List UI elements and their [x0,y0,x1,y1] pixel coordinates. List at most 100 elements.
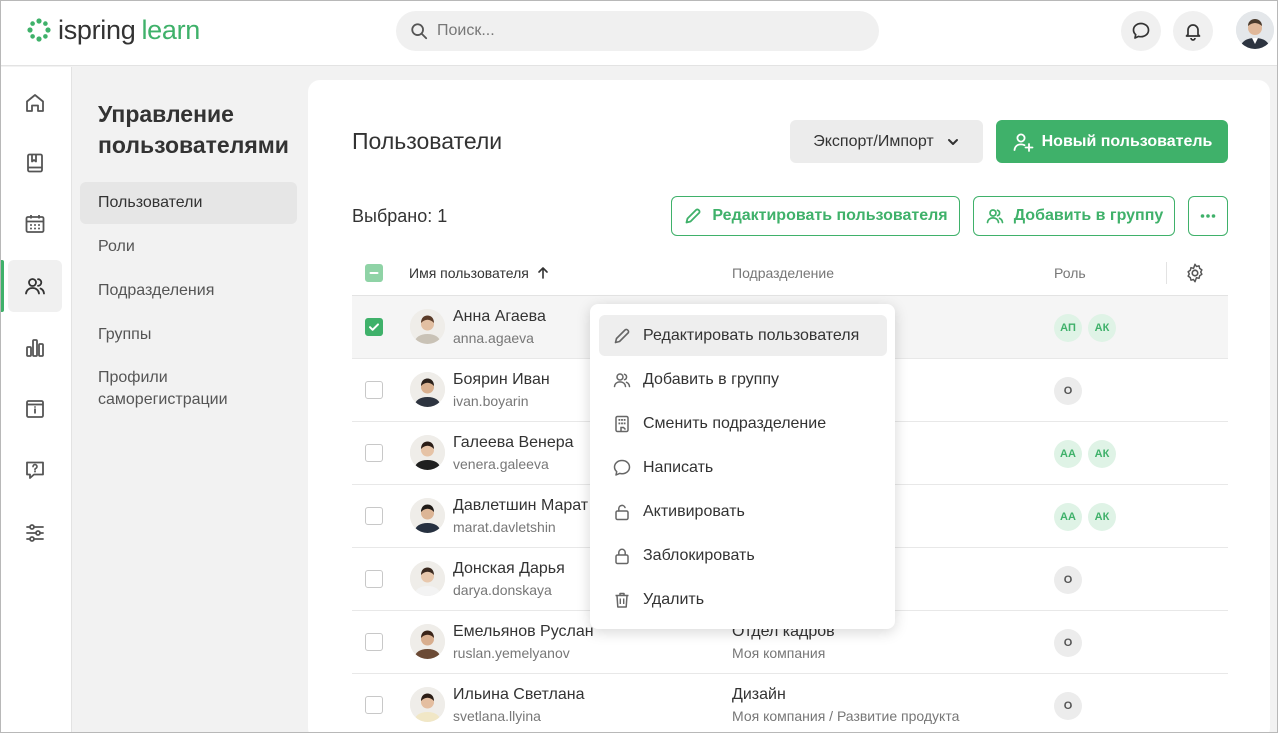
search-input[interactable] [437,22,837,40]
pencil-icon [614,328,630,343]
context-menu: Редактировать пользователя Добавить в гр… [590,304,895,629]
role-badge[interactable]: АА [1054,503,1082,531]
subnav-item-self-registration[interactable]: Профили саморегистрации [80,359,297,415]
column-header-role[interactable]: Роль [1054,265,1086,281]
user-name: Ильина Светлана [453,686,585,703]
role-badges: О [1054,566,1082,594]
role-badge[interactable]: О [1054,692,1082,720]
menu-item-block[interactable]: Заблокировать [599,535,887,576]
add-to-group-button[interactable]: Добавить в группу [973,196,1175,236]
menu-item-add-to-group[interactable]: Добавить в группу [599,359,887,400]
book-icon [27,153,43,173]
table-row[interactable]: Ильина Светлана svetlana.llyina Дизайн Моя … [352,674,1228,733]
menu-item-write-message[interactable]: Написать [599,447,887,488]
user-department: Дизайн [732,686,786,703]
column-divider [1166,262,1167,284]
role-badge[interactable]: О [1054,629,1082,657]
role-badge[interactable]: О [1054,566,1082,594]
minus-icon [369,272,379,274]
subnav-item-users[interactable]: Пользователи [80,182,297,224]
avatar-portrait-icon [1236,11,1274,49]
role-badge[interactable]: АА [1054,440,1082,468]
role-badges: АА АК [1054,440,1116,468]
selected-count: Выбрано: 1 [352,206,448,226]
role-badge[interactable]: АП [1054,314,1082,342]
rail-item-reports[interactable] [8,322,62,374]
export-import-button[interactable]: Экспорт/Импорт [790,120,983,163]
top-header: ispring learn [0,0,1278,66]
user-login: anna.agaeva [453,330,534,346]
column-header-name[interactable]: Имя пользователя [409,265,550,281]
role-badge[interactable]: АК [1088,314,1116,342]
menu-item-activate[interactable]: Активировать [599,491,887,532]
user-name: Боярин Иван [453,371,550,388]
avatar-portrait-icon [410,561,445,596]
left-rail [0,67,72,733]
sliders-icon [26,524,44,542]
chat-icon [1132,22,1150,39]
search-icon [411,23,428,40]
avatar-portrait-icon [410,687,445,722]
user-name: Галеева Венера [453,434,574,451]
users-icon [25,278,45,295]
row-checkbox[interactable] [365,633,383,651]
row-checkbox[interactable] [365,381,383,399]
bell-icon [1185,24,1201,41]
user-login: darya.donskaya [453,582,552,598]
gear-icon[interactable] [1184,262,1206,284]
avatar [410,309,445,344]
logo-secondary: learn [141,15,200,45]
select-all-checkbox[interactable] [365,264,383,282]
column-header-department[interactable]: Подразделение [732,265,834,281]
role-badges: О [1054,629,1082,657]
avatar-portrait-icon [410,435,445,470]
role-badge[interactable]: АК [1088,503,1116,531]
subnav-item-departments[interactable]: Подразделения [80,270,297,312]
row-checkbox[interactable] [365,570,383,588]
role-badge[interactable]: О [1054,377,1082,405]
menu-item-label: Удалить [643,590,705,608]
export-import-label: Экспорт/Импорт [813,132,934,150]
more-actions-button[interactable] [1188,196,1228,236]
search-box[interactable] [396,11,879,51]
menu-item-label: Написать [643,458,714,476]
row-checkbox[interactable] [365,696,383,714]
avatar-portrait-icon [410,372,445,407]
edit-user-button[interactable]: Редактировать пользователя [671,196,960,236]
messages-button[interactable] [1121,11,1161,51]
pencil-icon [685,208,701,224]
avatar-portrait-icon [410,309,445,344]
building-icon [615,415,629,432]
rail-item-info[interactable] [8,383,62,435]
row-checkbox[interactable] [365,318,383,336]
logo-primary: ispring [58,15,136,45]
edit-user-label: Редактировать пользователя [712,207,948,224]
role-badges: АА АК [1054,503,1116,531]
add-to-group-label: Добавить в группу [1013,207,1164,224]
rail-item-home[interactable] [8,77,62,129]
rail-item-users[interactable] [8,260,62,312]
info-icon [26,400,44,418]
subnav-item-groups[interactable]: Группы [80,314,297,356]
menu-item-change-department[interactable]: Сменить подразделение [599,403,887,444]
new-user-button[interactable]: Новый пользователь [996,120,1228,163]
row-checkbox[interactable] [365,507,383,525]
menu-item-edit-user[interactable]: Редактировать пользователя [599,315,887,356]
role-badges: АП АК [1054,314,1116,342]
row-checkbox[interactable] [365,444,383,462]
role-badge[interactable]: АК [1088,440,1116,468]
rail-item-calendar[interactable] [8,198,62,250]
rail-active-indicator [0,260,4,312]
notifications-button[interactable] [1173,11,1213,51]
rail-item-courses[interactable] [8,137,62,189]
section-sidebar: Управление пользователями Пользователи Р… [72,67,308,733]
rail-item-help[interactable] [8,444,62,496]
unlock-icon [615,504,629,520]
users-icon [613,372,631,387]
rail-item-settings[interactable] [8,507,62,559]
subnav-item-roles[interactable]: Роли [80,226,297,268]
avatar [410,561,445,596]
logo[interactable]: ispring learn [26,14,200,46]
menu-item-delete[interactable]: Удалить [599,579,887,620]
user-avatar[interactable] [1236,11,1274,49]
